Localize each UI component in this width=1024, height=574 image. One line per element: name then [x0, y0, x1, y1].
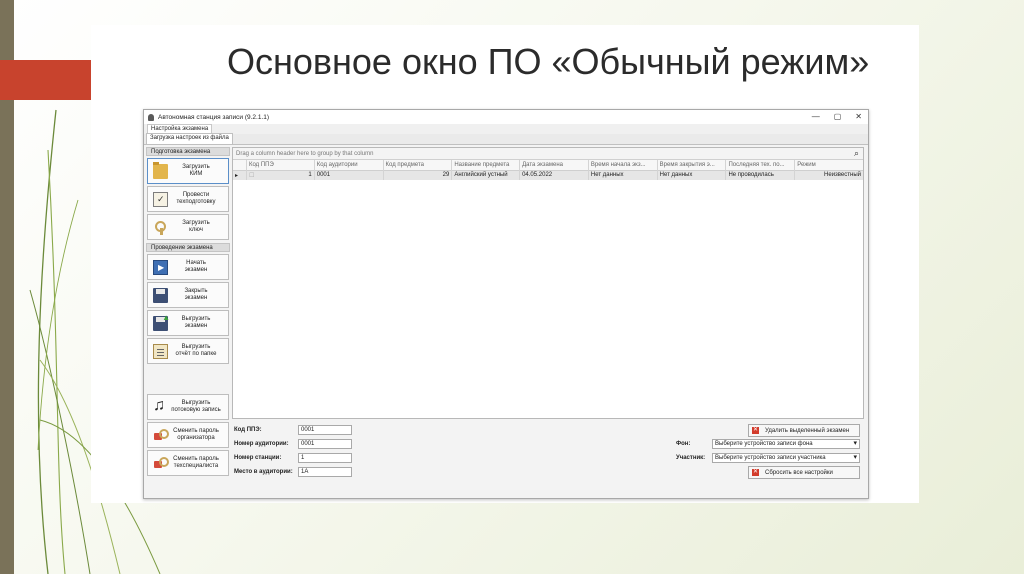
exam-grid: Drag a column header here to group by th… [232, 147, 864, 419]
upload-exam-label: Выгрузить экзамен [181, 316, 211, 329]
reset-settings-label: Сбросить все настройки [765, 469, 833, 476]
ppe-code-field[interactable]: 0001 [298, 425, 352, 435]
upload-stream-button[interactable]: Выгрузить потоковую запись [147, 394, 229, 420]
close-button[interactable]: ✕ [855, 112, 862, 121]
upload-exam-button[interactable]: Выгрузить экзамен [147, 310, 229, 336]
key-icon [153, 220, 168, 235]
participant-device-label: Участник: [676, 455, 706, 461]
change-tech-password-label: Сменить пароль техспециалиста [173, 456, 219, 469]
slide-title: Основное окно ПО «Обычный режим» [227, 41, 870, 82]
station-number-label: Номер станции: [234, 455, 282, 461]
tech-prep-label: Провести техподготовку [176, 192, 216, 205]
column-header-auditorium-code[interactable]: Код аудитории [315, 160, 384, 171]
group-header-conduct: Проведение экзамена [146, 243, 230, 252]
background-device-label: Фон: [676, 441, 691, 447]
start-exam-label: Начать экзамен [184, 260, 208, 273]
group-header-prepare: Подготовка экзамена [146, 147, 230, 156]
slide-card: Основное окно ПО «Обычный режим» Автоном… [91, 25, 919, 503]
cell-exam-date: 04.05.2022 [520, 171, 589, 180]
column-header-last-tech[interactable]: Последняя тех. по... [726, 160, 796, 171]
reset-x-icon: ✕ [752, 469, 759, 476]
folder-icon [153, 161, 168, 179]
microphone-icon [148, 113, 154, 121]
app-window: Автономная станция записи (9.2.1.1) — ▢ … [143, 109, 869, 499]
film-play-icon [153, 259, 168, 275]
window-body: Подготовка экзамена Загрузить КИМ Провес… [144, 145, 868, 498]
tab-load-settings-from-file[interactable]: Загрузка настроек из файла [146, 133, 233, 144]
load-kim-label: Загрузить КИМ [182, 164, 210, 177]
minimize-button[interactable]: — [812, 112, 820, 121]
background-red-tab [0, 60, 91, 100]
auditorium-number-label: Номер аудитории: [234, 441, 289, 447]
load-kim-button[interactable]: Загрузить КИМ [147, 158, 229, 184]
background-device-select[interactable]: Выберите устройство записи фона [712, 439, 860, 449]
column-header-mode[interactable]: Режим [795, 160, 863, 171]
change-organizer-password-button[interactable]: Сменить пароль организатора [147, 422, 229, 448]
cell-mode: Неизвестный [824, 172, 861, 178]
column-header-exam-date[interactable]: Дата экзамена [520, 160, 589, 171]
window-titlebar: Автономная станция записи (9.2.1.1) — ▢ … [144, 110, 868, 124]
load-key-button[interactable]: Загрузить ключ [147, 214, 229, 240]
start-exam-button[interactable]: Начать экзамен [147, 254, 229, 280]
maximize-button[interactable]: ▢ [834, 112, 842, 121]
cell-subject-name: Английский устный [452, 171, 521, 180]
row-checkbox[interactable]: ☐ [249, 172, 254, 180]
upload-report-label: Выгрузить отчёт по папке [175, 344, 217, 357]
column-header-ppe-code[interactable]: Код ППЭ [247, 160, 315, 171]
upload-stream-label: Выгрузить потоковую запись [171, 400, 221, 413]
group-by-bar[interactable]: Drag a column header here to group by th… [233, 148, 863, 160]
window-title: Автономная станция записи (9.2.1.1) [158, 113, 270, 121]
column-header-close-time[interactable]: Время закрытия э... [658, 160, 727, 171]
lock-key-icon [153, 456, 169, 471]
close-exam-label: Закрыть экзамен [184, 288, 208, 301]
column-header-start-time[interactable]: Время начала экз... [589, 160, 658, 171]
reset-settings-button[interactable]: ✕ Сбросить все настройки [748, 466, 860, 479]
exam-form: Код ППЭ: 0001 Номер аудитории: 0001 Номе… [232, 423, 864, 496]
change-organizer-password-label: Сменить пароль организатора [173, 428, 219, 441]
cell-last-tech: Не проводилась [726, 171, 796, 180]
menu-bar: Настройка экзамена [144, 124, 868, 134]
cell-close-time: Нет данных [658, 171, 727, 180]
table-row[interactable]: ▸ ☐ 1 0001 29 Английский устный 04.05.20… [233, 171, 863, 180]
seat-label: Место в аудитории: [234, 469, 293, 475]
column-header-subject-code[interactable]: Код предмета [384, 160, 453, 171]
delete-exam-button[interactable]: ✕ Удалить выделенный экзамен [748, 424, 860, 437]
seat-field[interactable]: 1А [298, 467, 352, 477]
cell-ppe-code: ☐ 1 [247, 171, 315, 180]
participant-device-select[interactable]: Выберите устройство записи участника [712, 453, 860, 463]
delete-x-icon: ✕ [752, 427, 759, 434]
delete-exam-label: Удалить выделенный экзамен [765, 427, 850, 434]
ppe-code-label: Код ППЭ: [234, 427, 262, 433]
grid-header: Код ППЭ Код аудитории Код предмета Назва… [233, 160, 863, 171]
column-header-indicator [233, 160, 247, 171]
cell-start-time: Нет данных [589, 171, 658, 180]
load-key-label: Загрузить ключ [182, 220, 210, 233]
cell-subject-code: 29 [384, 171, 453, 180]
close-exam-button[interactable]: Закрыть экзамен [147, 282, 229, 308]
change-tech-password-button[interactable]: Сменить пароль техспециалиста [147, 450, 229, 476]
tech-prep-button[interactable]: Провести техподготовку [147, 186, 229, 212]
column-header-subject-name[interactable]: Название предмета [452, 160, 521, 171]
upload-disk-icon [153, 313, 170, 331]
search-icon[interactable]: ⌕ [854, 148, 859, 159]
lock-key-icon [153, 428, 169, 443]
station-number-field[interactable]: 1 [298, 453, 352, 463]
cell-auditorium-code: 0001 [315, 171, 384, 180]
music-note-icon [153, 397, 168, 415]
upload-report-button[interactable]: Выгрузить отчёт по папке [147, 338, 229, 364]
clipboard-check-icon [153, 191, 168, 207]
ppe-code-value: 1 [308, 172, 312, 178]
left-panel: Подготовка экзамена Загрузить КИМ Провес… [146, 147, 230, 496]
auditorium-number-field[interactable]: 0001 [298, 439, 352, 449]
sub-tab-bar: Загрузка настроек из файла [144, 133, 868, 145]
row-indicator: ▸ [233, 171, 247, 180]
group-by-hint: Drag a column header here to group by th… [236, 150, 374, 157]
floppy-disk-icon [153, 287, 168, 303]
report-clipboard-icon [153, 343, 168, 359]
